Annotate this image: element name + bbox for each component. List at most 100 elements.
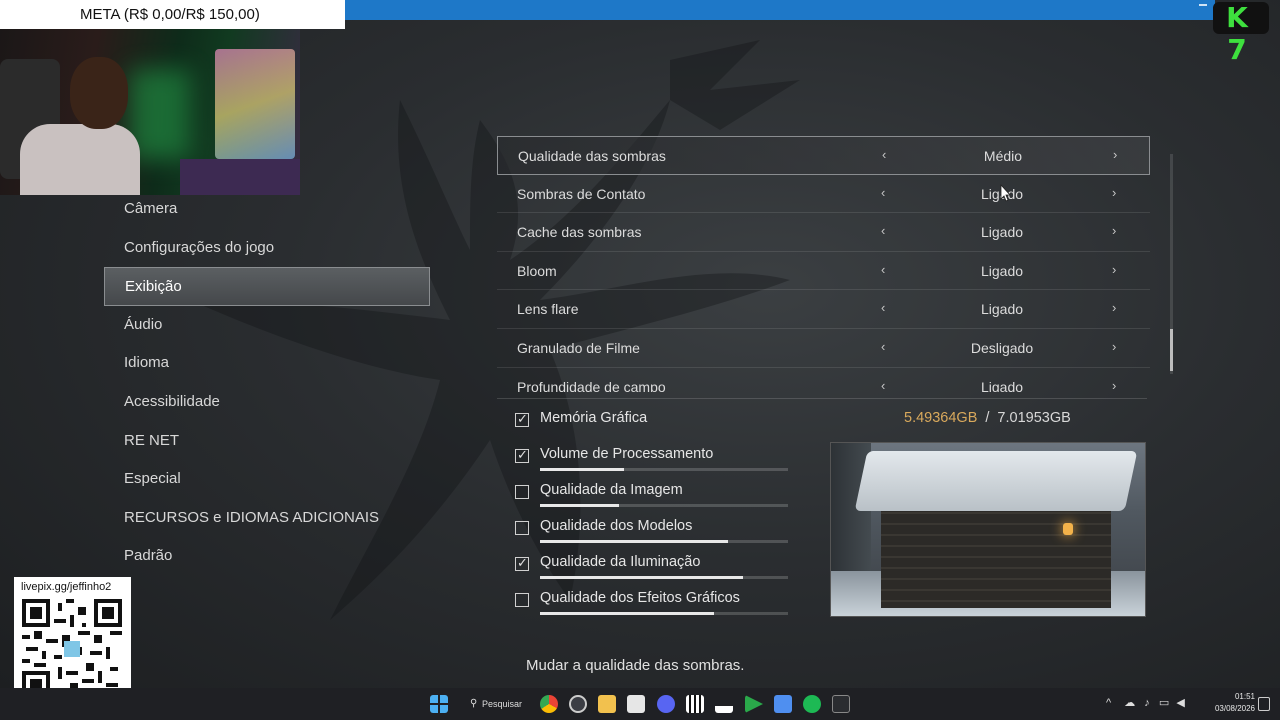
chevron-left-icon[interactable]: ‹: [882, 137, 886, 173]
chevron-right-icon[interactable]: ›: [1113, 137, 1117, 173]
setting-label: Profundidade de campo: [517, 378, 666, 392]
chevron-left-icon[interactable]: ‹: [881, 290, 885, 326]
resource-label: Qualidade dos Efeitos Gráficos: [540, 590, 740, 606]
chevron-left-icon[interactable]: ‹: [881, 213, 885, 249]
store-icon[interactable]: [627, 695, 645, 713]
window-title-bar: [345, 0, 1215, 20]
donation-goal-banner: META (R$ 0,00/R$ 150,00): [0, 0, 345, 29]
menu-item-language[interactable]: Idioma: [104, 344, 430, 383]
resource-item: Qualidade da Imagem: [515, 477, 795, 513]
graphics-memory-readout: 5.49364GB / 7.01953GB: [904, 410, 1071, 426]
chevron-right-icon[interactable]: ›: [1112, 252, 1116, 288]
resource-item-graphics-memory: ✓ Memória Gráfica: [515, 405, 795, 441]
microphone-icon[interactable]: ♪: [1144, 697, 1150, 709]
menu-item-re-net[interactable]: RE NET: [104, 422, 430, 461]
setting-label: Granulado de Filme: [517, 339, 640, 356]
chevron-left-icon[interactable]: ‹: [881, 252, 885, 288]
chrome-icon[interactable]: [540, 695, 558, 713]
resource-label: Memória Gráfica: [540, 410, 648, 426]
setting-row-bloom[interactable]: Bloom ‹ Ligado ›: [497, 252, 1150, 291]
setting-value: Ligado: [980, 262, 1024, 279]
taskbar-search[interactable]: ⚲ Pesquisar: [462, 694, 528, 714]
taskbar-clock[interactable]: 01:51 03/08/2026: [1205, 691, 1255, 715]
chevron-right-icon[interactable]: ›: [1112, 290, 1116, 326]
network-icon[interactable]: ▭: [1159, 697, 1169, 709]
menu-item-special[interactable]: Especial: [104, 460, 430, 499]
display-settings-list: Qualidade das sombras ‹ Médio › Sombras …: [497, 136, 1150, 392]
chevron-right-icon[interactable]: ›: [1112, 329, 1116, 365]
section-divider: [497, 398, 1147, 399]
volume-icon[interactable]: ◀: [1176, 697, 1184, 709]
setting-row-lens-flare[interactable]: Lens flare ‹ Ligado ›: [497, 290, 1150, 329]
settings-category-menu: Câmera Configurações do jogo Exibição Áu…: [104, 190, 430, 576]
resource-label: Volume de Processamento: [540, 446, 714, 462]
resource-item: Qualidade dos Modelos: [515, 513, 795, 549]
setting-value: Médio: [983, 148, 1023, 164]
menu-item-display[interactable]: Exibição: [104, 267, 430, 306]
chevron-up-icon[interactable]: ^: [1106, 697, 1111, 709]
setting-row-depth-of-field[interactable]: Profundidade de campo ‹ Ligado ›: [497, 368, 1150, 392]
notepad-icon[interactable]: [774, 695, 792, 713]
menu-item-default[interactable]: Padrão: [104, 537, 430, 576]
minimize-icon[interactable]: [1199, 4, 1207, 6]
webcam-overlay: [0, 29, 300, 195]
menu-item-accessibility[interactable]: Acessibilidade: [104, 383, 430, 422]
resource-label: Qualidade da Iluminação: [540, 554, 701, 570]
cloud-icon[interactable]: ☁: [1124, 697, 1135, 709]
scrollbar-thumb[interactable]: [1170, 329, 1173, 371]
checkbox: [515, 593, 529, 607]
windows-taskbar: ⚲ Pesquisar ^ ☁ ♪ ▭ ◀ 01:51 03/08/2026: [0, 688, 1280, 720]
menu-item-audio[interactable]: Áudio: [104, 306, 430, 345]
chevron-right-icon[interactable]: ›: [1112, 175, 1116, 211]
search-label: Pesquisar: [482, 699, 523, 709]
menu-item-additional-resources[interactable]: RECURSOS e IDIOMAS ADICIONAIS: [104, 499, 430, 538]
resource-usage-panel: ✓ Memória Gráfica ✓ Volume de Processame…: [515, 405, 795, 621]
menu-item-game-settings[interactable]: Configurações do jogo: [104, 229, 430, 268]
discord-icon[interactable]: [657, 695, 675, 713]
resource-usage-bar: [540, 468, 788, 471]
settings-scrollbar[interactable]: [1170, 154, 1173, 374]
memory-separator: /: [985, 410, 990, 426]
menu-item-camera[interactable]: Câmera: [104, 190, 430, 229]
checkbox: [515, 485, 529, 499]
memory-used: 5.49364GB: [904, 410, 978, 426]
donation-qr-card: livepix.gg/jeffinho2: [14, 577, 131, 704]
setting-preview-image: [830, 442, 1146, 617]
windows-start-icon[interactable]: [430, 695, 448, 713]
audio-meter-icon[interactable]: [715, 695, 733, 713]
notification-bell-icon[interactable]: [1258, 697, 1270, 711]
chevron-left-icon[interactable]: ‹: [881, 368, 885, 392]
setting-row-contact-shadows[interactable]: Sombras de Contato ‹ Ligado ›: [497, 175, 1150, 214]
checkmark-icon: ✓: [517, 447, 528, 462]
setting-label: Sombras de Contato: [517, 185, 646, 202]
spotify-icon[interactable]: [803, 695, 821, 713]
checkbox: [515, 521, 529, 535]
setting-row-shadow-quality[interactable]: Qualidade das sombras ‹ Médio ›: [497, 136, 1150, 175]
resource-item: Qualidade dos Efeitos Gráficos: [515, 585, 795, 621]
donation-url: livepix.gg/jeffinho2: [21, 581, 112, 593]
resource-label: Qualidade dos Modelos: [540, 518, 693, 534]
resource-item: ✓ Qualidade da Iluminação: [515, 549, 795, 585]
system-tray[interactable]: ^ ☁ ♪ ▭ ◀: [1106, 696, 1185, 709]
chevron-right-icon[interactable]: ›: [1112, 368, 1116, 392]
setting-row-shadow-cache[interactable]: Cache das sombras ‹ Ligado ›: [497, 213, 1150, 252]
chevron-left-icon[interactable]: ‹: [881, 175, 885, 211]
github-icon[interactable]: [569, 695, 587, 713]
setting-value: Desligado: [970, 339, 1034, 356]
file-explorer-icon[interactable]: [598, 695, 616, 713]
setting-value: Ligado: [980, 301, 1024, 318]
chevron-left-icon[interactable]: ‹: [881, 329, 885, 365]
resource-usage-bar: [540, 612, 788, 615]
memory-total: 7.01953GB: [997, 410, 1071, 426]
play-app-icon[interactable]: [745, 695, 763, 713]
setting-row-film-grain[interactable]: Granulado de Filme ‹ Desligado ›: [497, 329, 1150, 368]
piano-app-icon[interactable]: [686, 695, 704, 713]
setting-description: Mudar a qualidade das sombras.: [526, 657, 745, 674]
checkbox: ✓: [515, 555, 529, 571]
resource-usage-bar: [540, 504, 788, 507]
chevron-right-icon[interactable]: ›: [1112, 213, 1116, 249]
setting-label: Bloom: [517, 262, 557, 279]
game-window-icon[interactable]: [832, 695, 850, 713]
checkbox: ✓: [515, 447, 529, 463]
setting-value: Ligado: [980, 224, 1024, 241]
